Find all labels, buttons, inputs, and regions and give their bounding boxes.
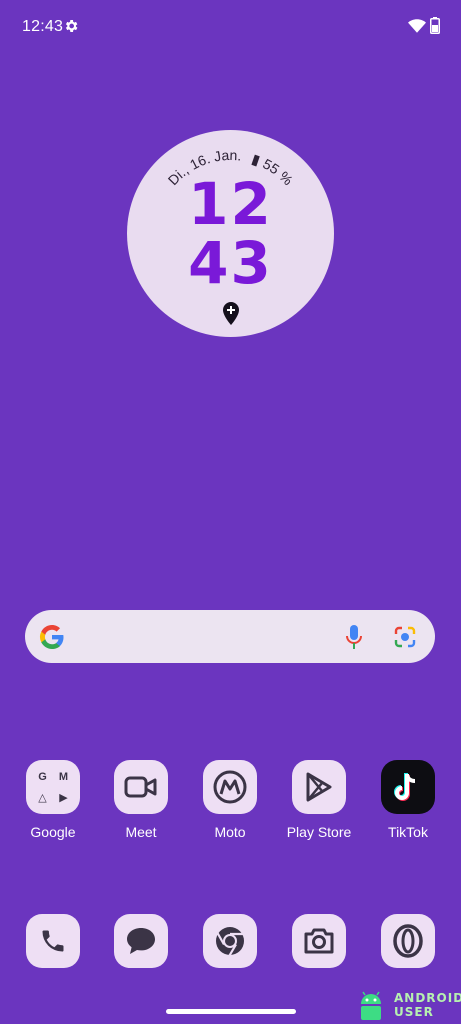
motorola-logo-icon — [203, 760, 257, 814]
camera-icon — [292, 914, 346, 968]
chrome-icon — [203, 914, 257, 968]
watermark-text-line2: USER — [394, 1005, 434, 1019]
wifi-icon — [408, 19, 426, 33]
app-label: Meet — [125, 824, 157, 840]
gesture-navigation-handle[interactable] — [166, 1009, 296, 1014]
video-camera-icon — [114, 760, 168, 814]
settings-gear-icon — [65, 20, 78, 32]
phone-icon — [26, 914, 80, 968]
folder-item-google: G — [38, 770, 47, 783]
app-label: Play Store — [286, 824, 352, 840]
clock-minutes: 43 — [188, 229, 273, 297]
clock-hours: 12 — [188, 170, 273, 238]
app-label: TikTok — [388, 824, 428, 840]
status-time: 12:43 — [22, 18, 64, 35]
opera-icon — [381, 914, 435, 968]
folder-item-gmail: M — [58, 770, 69, 783]
google-folder-icon: G M △ ▶ — [26, 760, 80, 814]
android-robot-icon — [361, 991, 381, 1020]
messages-icon — [114, 914, 168, 968]
play-store-icon — [292, 760, 346, 814]
location-pin-icon[interactable] — [221, 302, 241, 326]
voice-search-mic-icon[interactable] — [345, 624, 363, 650]
battery-icon — [430, 17, 440, 34]
tiktok-icon — [381, 760, 435, 814]
watermark-text-line1: ANDROID — [394, 991, 461, 1005]
status-bar: 12:43 — [0, 0, 461, 54]
folder-item-drive: △ — [38, 792, 47, 804]
google-lens-icon[interactable] — [393, 625, 417, 649]
folder-item-youtube: ▶ — [59, 792, 68, 804]
android-user-watermark: ANDROID USER — [354, 988, 461, 1024]
google-search-bar[interactable] — [25, 610, 435, 663]
app-label: Google — [30, 824, 76, 840]
app-label: Moto — [214, 824, 246, 840]
google-g-icon — [40, 625, 64, 649]
clock-widget[interactable]: Di., 16. Jan. ▮ 55 % 12 43 — [127, 130, 334, 337]
